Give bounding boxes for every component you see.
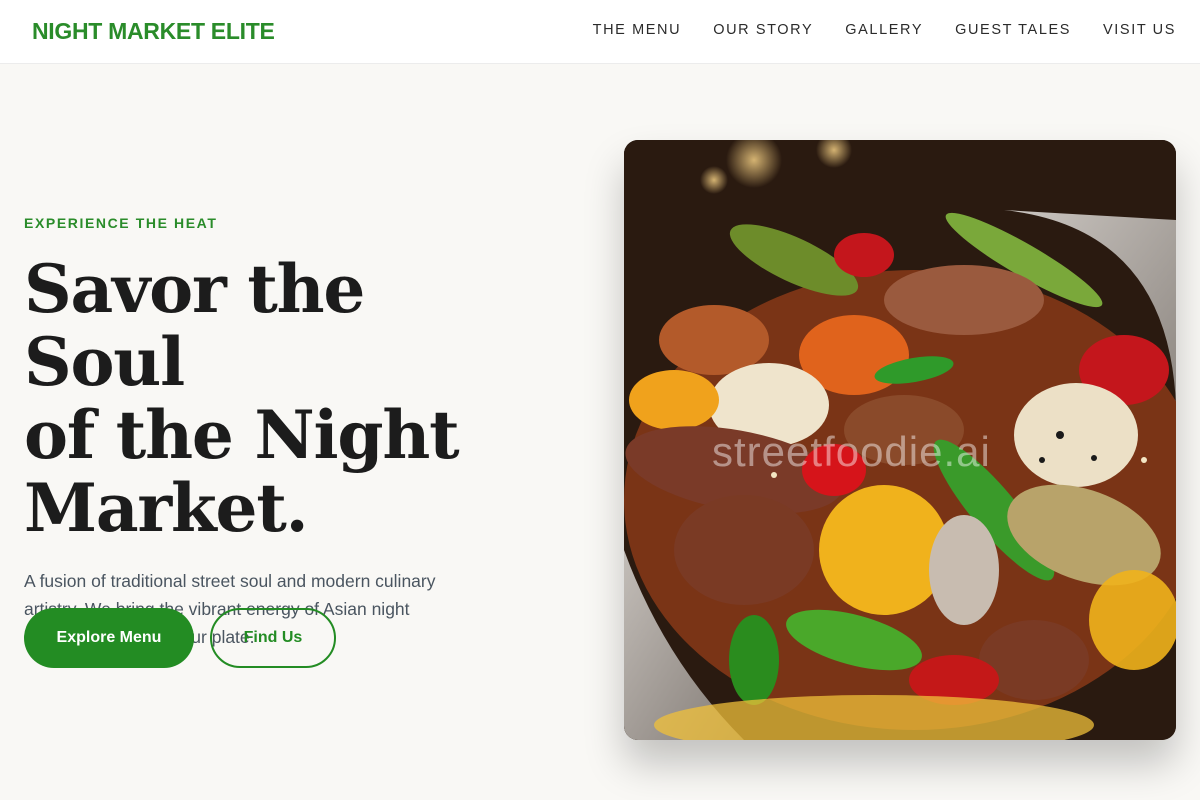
nav-item-gallery[interactable]: GALLERY bbox=[845, 22, 923, 38]
headline-line-3: Market. bbox=[24, 469, 309, 547]
headline-line-1: Savor the Soul bbox=[24, 250, 365, 401]
hero-headline: Savor the Soul of the Night Market. bbox=[24, 253, 544, 545]
hero-content: EXPERIENCE THE HEAT Savor the Soul of th… bbox=[24, 210, 584, 651]
hero-eyebrow: EXPERIENCE THE HEAT bbox=[24, 215, 218, 231]
explore-menu-button[interactable]: Explore Menu bbox=[24, 608, 194, 668]
find-us-button[interactable]: Find Us bbox=[210, 608, 336, 668]
nav-item-guest-tales[interactable]: GUEST TALES bbox=[955, 22, 1071, 38]
nav-item-menu[interactable]: THE MENU bbox=[593, 22, 682, 38]
site-header: NIGHT MARKET ELITE THE MENU OUR STORY GA… bbox=[0, 0, 1200, 64]
image-watermark: streetfoodie.ai bbox=[712, 428, 991, 475]
nav-item-our-story[interactable]: OUR STORY bbox=[713, 22, 813, 38]
nav-item-visit-us[interactable]: VISIT US bbox=[1103, 22, 1176, 38]
hero-food-image: streetfoodie.ai bbox=[624, 140, 1176, 740]
main-nav: THE MENU OUR STORY GALLERY GUEST TALES V… bbox=[593, 22, 1176, 38]
site-logo[interactable]: NIGHT MARKET ELITE bbox=[32, 18, 275, 45]
headline-line-2: of the Night bbox=[24, 396, 460, 474]
hero-actions: Explore Menu Find Us bbox=[24, 608, 336, 668]
